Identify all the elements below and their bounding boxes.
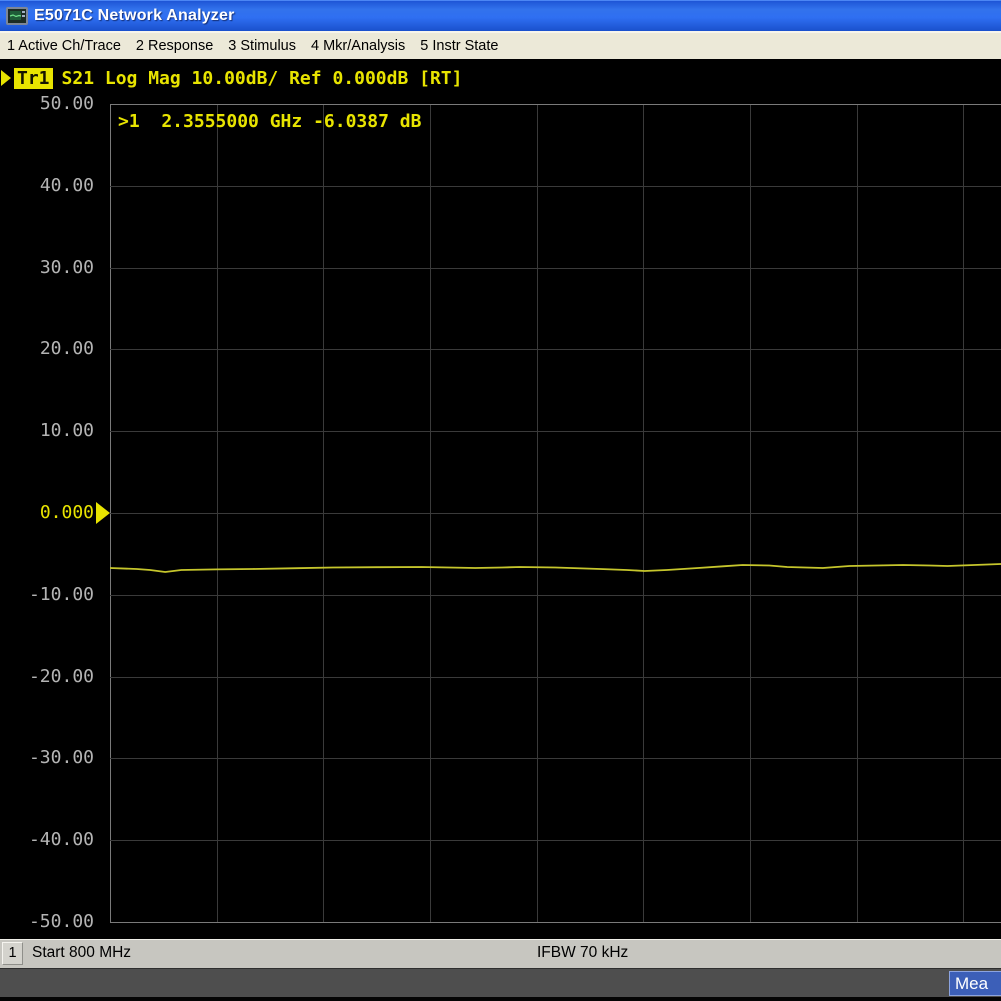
y-axis-tick-label: 20.00	[0, 338, 94, 360]
menu-item-response[interactable]: 2 Response	[136, 38, 213, 54]
y-axis-tick-label: -20.00	[0, 666, 94, 688]
marker1-readout: >1 2.3555000 GHz -6.0387 dB	[118, 111, 421, 132]
meas-softkey-button[interactable]: Mea	[949, 971, 1001, 996]
trace-status-bar: Tr1 S21 Log Mag 10.00dB/ Ref 0.000dB [RT…	[0, 66, 462, 90]
screen-bottom-edge	[0, 997, 1001, 1001]
ifbw-label: IFBW 70 kHz	[537, 944, 628, 962]
grid-and-trace-canvas	[110, 104, 1001, 923]
y-axis-labels: 50.0040.0030.0020.0010.000.000-10.00-20.…	[0, 104, 100, 923]
start-frequency-label: Start 800 MHz	[32, 944, 131, 962]
reference-level-marker-icon	[96, 502, 110, 524]
y-axis-tick-label: -30.00	[0, 747, 94, 769]
y-axis-tick-label: 30.00	[0, 257, 94, 279]
channel-number-box: 1	[2, 942, 23, 965]
menu-item-instr-state[interactable]: 5 Instr State	[420, 38, 498, 54]
menu-bar: 1 Active Ch/Trace 2 Response 3 Stimulus …	[0, 31, 1001, 59]
status-bar: 1 Start 800 MHz IFBW 70 kHz	[0, 939, 1001, 968]
window-title: E5071C Network Analyzer	[34, 7, 235, 25]
trace1-badge[interactable]: Tr1	[14, 68, 53, 89]
menu-item-active-ch-trace[interactable]: 1 Active Ch/Trace	[7, 38, 121, 54]
y-axis-tick-label: -40.00	[0, 829, 94, 851]
window-titlebar[interactable]: E5071C Network Analyzer	[0, 0, 1001, 31]
app-icon[interactable]	[6, 7, 28, 25]
bottom-taskbar: Mea	[0, 968, 1001, 997]
y-axis-tick-label: -50.00	[0, 911, 94, 933]
y-axis-reference-label: 0.000	[0, 502, 94, 524]
menu-item-stimulus[interactable]: 3 Stimulus	[228, 38, 296, 54]
trace1-line	[110, 564, 1001, 572]
y-axis-tick-label: -10.00	[0, 584, 94, 606]
y-axis-tick-label: 40.00	[0, 175, 94, 197]
menu-item-mkr-analysis[interactable]: 4 Mkr/Analysis	[311, 38, 405, 54]
y-axis-tick-label: 50.00	[0, 93, 94, 115]
instrument-screen: E5071C Network Analyzer 1 Active Ch/Trac…	[0, 0, 1001, 1001]
active-trace-arrow-icon	[1, 70, 11, 86]
trace1-settings-label: S21 Log Mag 10.00dB/ Ref 0.000dB [RT]	[62, 68, 463, 89]
y-axis-tick-label: 10.00	[0, 420, 94, 442]
graph-area: >1 2.3555000 GHz -6.0387 dB	[110, 104, 1001, 923]
